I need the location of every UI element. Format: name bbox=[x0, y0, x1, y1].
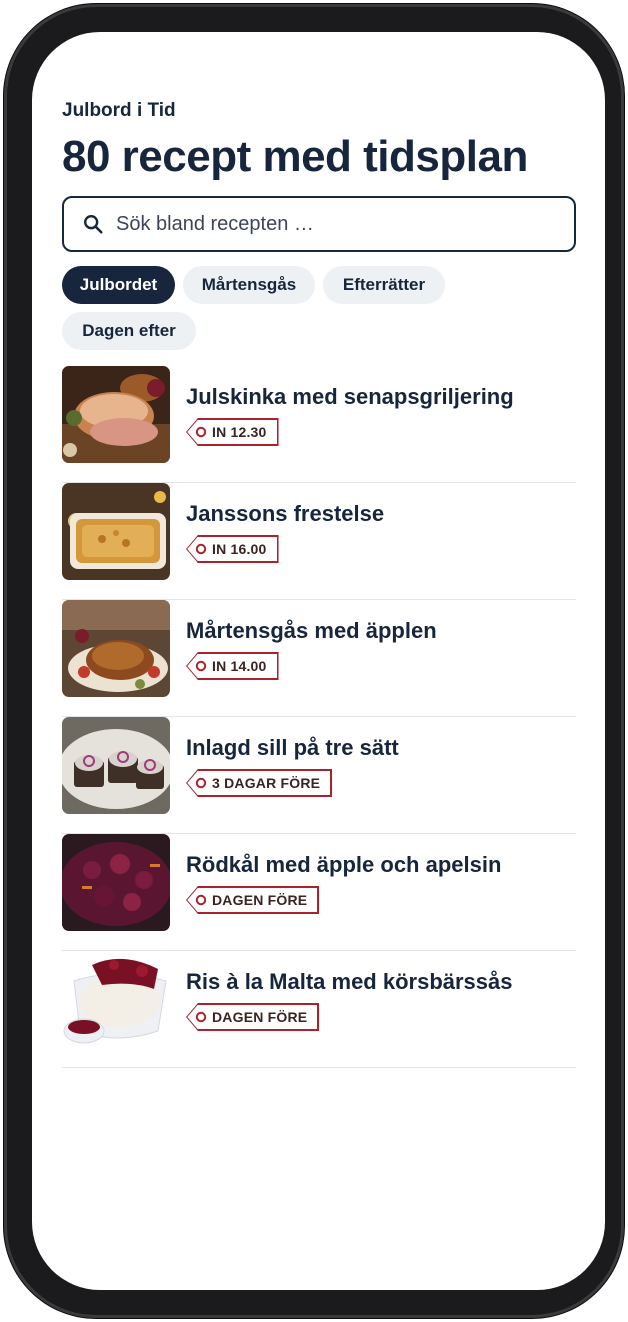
timing-label: IN 16.00 bbox=[212, 541, 267, 557]
chip-martensgas[interactable]: Mårtensgås bbox=[183, 266, 315, 304]
recipe-title: Rödkål med äpple och apelsin bbox=[186, 852, 502, 877]
timing-label: IN 12.30 bbox=[212, 424, 267, 440]
timing-tag: DAGEN FÖRE bbox=[186, 886, 320, 914]
recipe-thumbnail bbox=[62, 600, 170, 697]
recipe-item[interactable]: Julskinka med senapsgriljering IN 12.30 bbox=[62, 366, 576, 483]
recipe-title: Julskinka med senapsgriljering bbox=[186, 384, 514, 409]
search-box[interactable] bbox=[62, 196, 576, 252]
timing-tag: IN 12.30 bbox=[186, 418, 279, 446]
app-screen: Julbord i Tid 80 recept med tidsplan Jul… bbox=[32, 32, 605, 1290]
chip-julbordet[interactable]: Julbordet bbox=[62, 266, 175, 304]
chip-dagen-efter[interactable]: Dagen efter bbox=[62, 312, 196, 350]
timing-label: DAGEN FÖRE bbox=[212, 892, 308, 908]
recipe-item[interactable]: Rödkål med äpple och apelsin DAGEN FÖRE bbox=[62, 834, 576, 951]
recipe-thumbnail bbox=[62, 717, 170, 814]
chip-efterratter[interactable]: Efterrätter bbox=[323, 266, 445, 304]
page-title: 80 recept med tidsplan bbox=[62, 132, 528, 181]
tag-icon bbox=[186, 886, 207, 914]
phone-frame: Julbord i Tid 80 recept med tidsplan Jul… bbox=[4, 4, 624, 1318]
recipe-thumbnail bbox=[62, 834, 170, 931]
search-input[interactable] bbox=[116, 212, 556, 236]
recipe-item[interactable]: Janssons frestelse IN 16.00 bbox=[62, 483, 576, 600]
recipe-item[interactable]: Inlagd sill på tre sätt 3 DAGAR FÖRE bbox=[62, 717, 576, 834]
recipe-item[interactable]: Mårtensgås med äpplen IN 14.00 bbox=[62, 600, 576, 717]
timing-label: IN 14.00 bbox=[212, 658, 267, 674]
recipe-thumbnail bbox=[62, 951, 170, 1048]
recipe-thumbnail bbox=[62, 366, 170, 463]
tag-icon bbox=[186, 418, 207, 446]
recipe-title: Ris à la Malta med körsbärssås bbox=[186, 969, 513, 994]
timing-label: DAGEN FÖRE bbox=[212, 1009, 308, 1025]
timing-tag: DAGEN FÖRE bbox=[186, 1003, 320, 1031]
tag-icon bbox=[186, 1003, 207, 1031]
recipe-title: Inlagd sill på tre sätt bbox=[186, 735, 399, 760]
recipe-item[interactable]: Ris à la Malta med körsbärssås DAGEN FÖR… bbox=[62, 951, 576, 1068]
timing-tag: IN 16.00 bbox=[186, 535, 279, 563]
tag-icon bbox=[186, 769, 207, 797]
recipe-title: Janssons frestelse bbox=[186, 501, 385, 526]
search-icon bbox=[84, 215, 103, 234]
timing-label: 3 DAGAR FÖRE bbox=[212, 775, 321, 791]
recipe-thumbnail bbox=[62, 483, 170, 580]
app-name: Julbord i Tid bbox=[62, 100, 176, 121]
recipe-title: Mårtensgås med äpplen bbox=[186, 618, 437, 643]
tag-icon bbox=[186, 652, 207, 680]
tag-icon bbox=[186, 535, 207, 563]
timing-tag: IN 14.00 bbox=[186, 652, 279, 680]
timing-tag: 3 DAGAR FÖRE bbox=[186, 769, 333, 797]
